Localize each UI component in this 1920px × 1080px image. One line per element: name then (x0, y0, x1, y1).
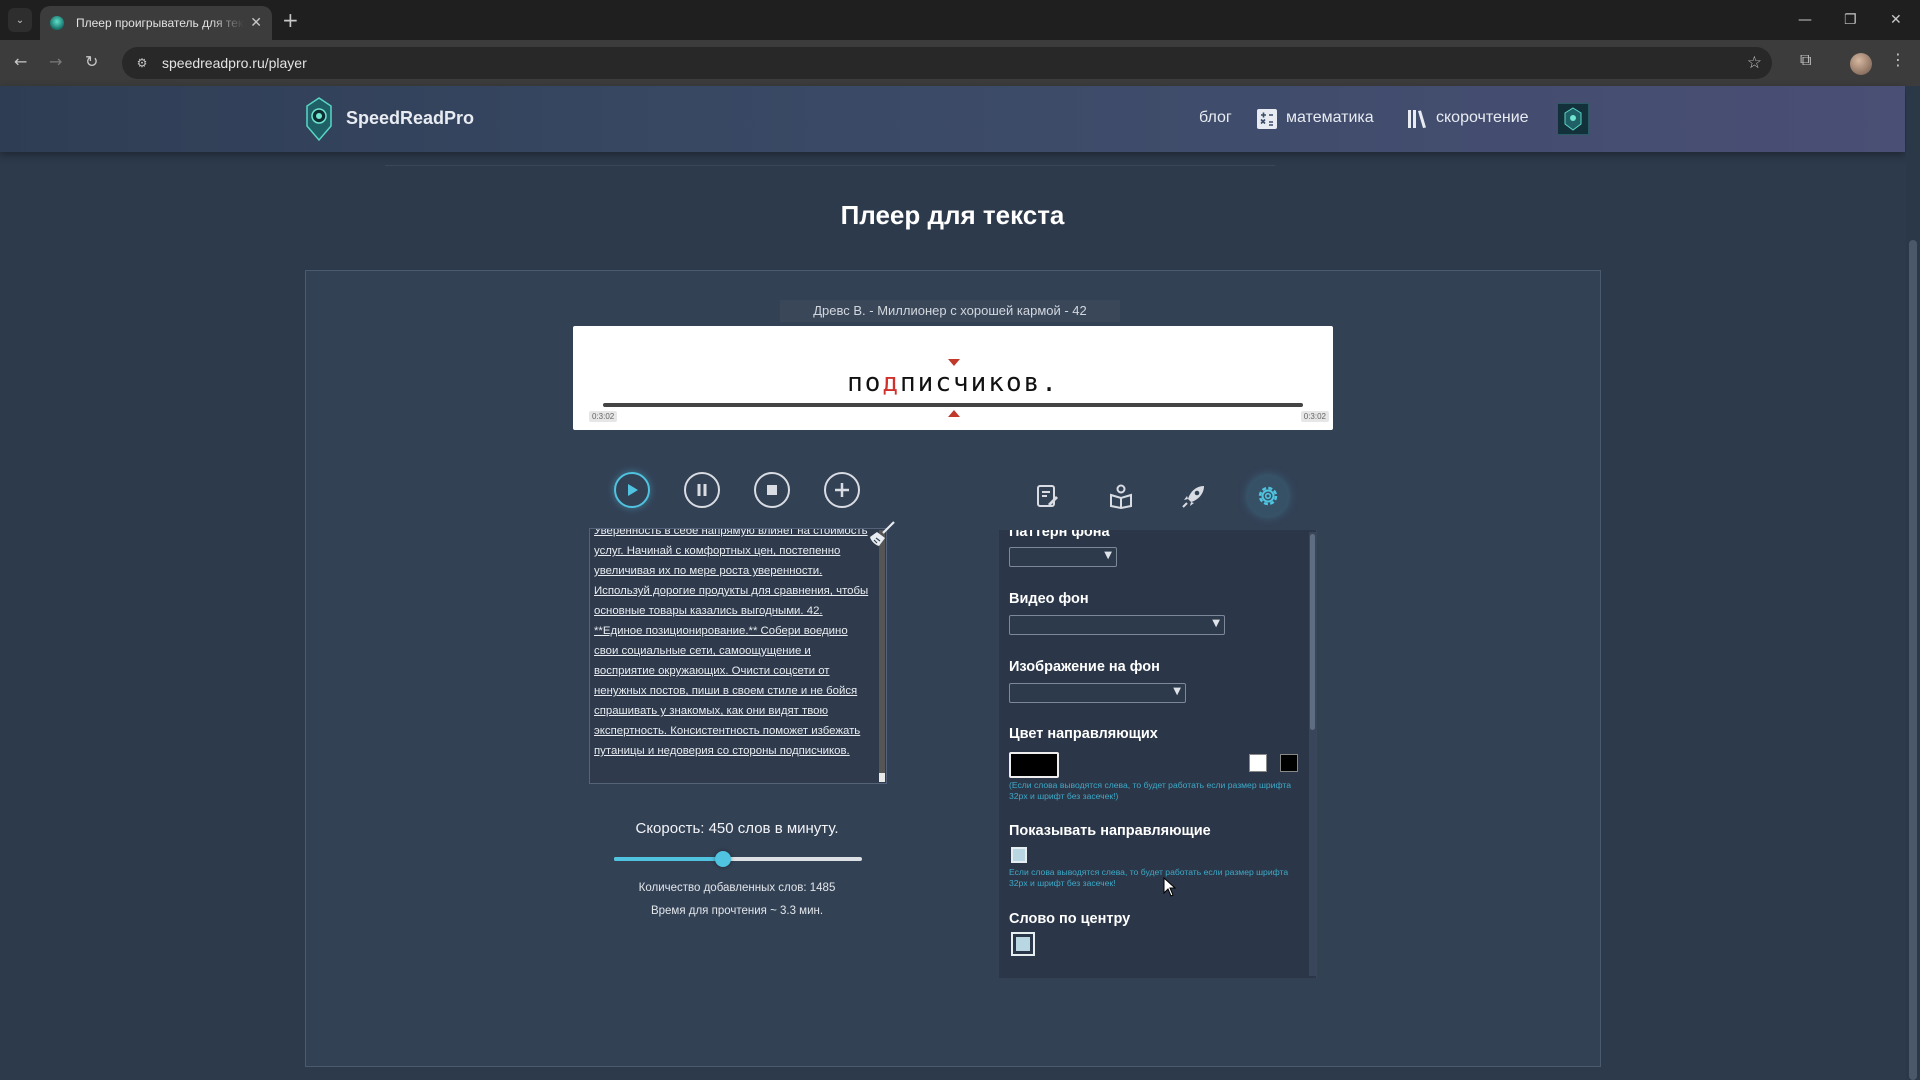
new-tab-button[interactable]: + (282, 8, 299, 32)
extensions-icon[interactable]: ⧉ (1800, 50, 1811, 70)
play-icon (628, 484, 638, 496)
bg-pattern-label: Паттерн фона (1009, 530, 1110, 540)
chevron-down-icon: ▼ (1212, 618, 1220, 629)
header-divider (385, 165, 1275, 166)
guide-color-hint: (Если слова выводятся слева, то будет ра… (1009, 780, 1291, 801)
nav-link-speedreading[interactable]: скорочтение (1436, 109, 1529, 127)
chevron-down-icon: ▼ (1104, 550, 1112, 561)
user-avatar[interactable] (1557, 103, 1589, 135)
speed-slider-thumb[interactable] (715, 851, 732, 867)
text-scrollbar-thumb[interactable] (879, 530, 885, 773)
word-display: подписчиков. 0:3:02 0:3:02 (573, 326, 1333, 430)
speed-label: Скорость: 450 слов в минуту. (635, 820, 839, 837)
speed-slider[interactable] (614, 851, 862, 867)
center-word-checkbox[interactable] (1011, 932, 1035, 956)
document-edit-icon (1037, 485, 1058, 507)
page-title: Плеер для текста (840, 200, 1065, 230)
forward-arrow-icon[interactable]: → (49, 52, 62, 72)
book-reader-icon (1110, 484, 1132, 509)
page-scrollbar[interactable] (1906, 86, 1920, 1080)
site-header: SpeedReadPro блог математика скорочтение (0, 86, 1905, 152)
calculator-icon (1257, 109, 1277, 129)
browser-tab-bar: ⌄ Плеер проигрыватель для текста ✕ + — ❐… (0, 0, 1920, 40)
gear-icon (1258, 486, 1278, 506)
stop-icon (767, 485, 777, 495)
show-guides-label: Показывать направляющие (1009, 823, 1211, 839)
bookmark-star-icon[interactable]: ☆ (1747, 53, 1762, 73)
reload-icon[interactable]: ↻ (85, 52, 98, 72)
word-suffix: писчиков. (900, 368, 1059, 398)
reading-mode-button[interactable] (1101, 476, 1141, 516)
site-favicon-icon (50, 16, 64, 30)
browser-toolbar: ← → ↻ ⚙ speedreadpro.ru/player ☆ ⧉ ⋮ (0, 40, 1920, 86)
reading-progress-bar[interactable] (603, 403, 1303, 407)
site-logo-text[interactable]: SpeedReadPro (346, 108, 474, 129)
time-elapsed: 0:3:02 (589, 411, 618, 422)
rocket-icon (1182, 486, 1204, 508)
black-color-swatch[interactable] (1280, 754, 1298, 772)
close-window-button[interactable]: ✕ (1890, 10, 1902, 30)
show-guides-hint: Если слова выводятся слева, то будет раб… (1009, 867, 1289, 888)
text-input-area[interactable]: Уверенность в себе напрямую влияет на ст… (589, 528, 887, 784)
text-settings-button[interactable] (1027, 476, 1067, 516)
input-text: Уверенность в себе напрямую влияет на ст… (594, 528, 869, 757)
speed-training-button[interactable] (1174, 476, 1214, 516)
nav-link-blog[interactable]: блог (1199, 109, 1232, 127)
settings-scrollbar[interactable] (1309, 532, 1316, 976)
mouse-cursor-icon (1163, 877, 1177, 897)
avatar-logo-icon (1564, 107, 1582, 131)
focus-marker-top-icon (948, 359, 960, 366)
guide-color-label: Цвет направляющих (1009, 726, 1158, 742)
text-scrollbar[interactable] (879, 530, 885, 782)
center-word-label: Слово по центру (1009, 911, 1131, 927)
settings-scrollbar-thumb[interactable] (1310, 534, 1315, 730)
site-info-icon[interactable]: ⚙ (134, 55, 150, 71)
back-arrow-icon[interactable]: ← (14, 52, 27, 72)
video-bg-select[interactable]: ▼ (1009, 615, 1225, 635)
minimize-button[interactable]: — (1798, 10, 1812, 30)
restore-button[interactable]: ❐ (1844, 10, 1857, 30)
speedreadpro-logo-icon[interactable] (303, 96, 335, 142)
chrome-menu-icon[interactable]: ⋮ (1890, 50, 1906, 69)
image-bg-select[interactable]: ▼ (1009, 683, 1186, 703)
video-bg-label: Видео фон (1009, 591, 1089, 607)
white-color-swatch[interactable] (1249, 754, 1267, 772)
tab-title: Плеер проигрыватель для текста (76, 16, 245, 30)
show-guides-checkbox[interactable] (1011, 847, 1027, 863)
pause-button[interactable] (684, 472, 720, 508)
stop-button[interactable] (754, 472, 790, 508)
words-count: Количество добавленных слов: 1485 (638, 882, 836, 894)
browser-profile-avatar[interactable] (1850, 53, 1872, 75)
current-word: подписчиков. (573, 368, 1333, 398)
page-scrollbar-thumb[interactable] (1909, 240, 1917, 1080)
read-time: Время для прочтения ~ 3.3 мин. (650, 905, 824, 917)
time-total: 0:3:02 (1300, 411, 1329, 422)
speed-slider-fill (614, 857, 724, 861)
focus-marker-bottom-icon (948, 410, 960, 417)
settings-panel: Паттерн фона ▼ Видео фон ▼ Изображение н… (999, 530, 1317, 978)
settings-button[interactable] (1248, 476, 1288, 516)
tab-search-button[interactable]: ⌄ (8, 8, 32, 32)
image-bg-label: Изображение на фон (1009, 659, 1160, 675)
tab-close-icon[interactable]: ✕ (250, 15, 262, 31)
guide-color-picker[interactable] (1009, 752, 1059, 778)
play-button[interactable] (614, 472, 650, 508)
books-icon (1408, 110, 1426, 128)
chevron-down-icon: ▼ (1173, 686, 1181, 697)
address-bar[interactable]: ⚙ speedreadpro.ru/player ☆ (122, 47, 1772, 79)
clear-text-broom-icon[interactable] (868, 520, 896, 548)
word-focus-letter: д (882, 368, 901, 398)
plus-icon (835, 483, 849, 497)
url-text: speedreadpro.ru/player (162, 55, 307, 71)
pause-icon (697, 484, 707, 496)
browser-tab[interactable]: Плеер проигрыватель для текста ✕ (40, 6, 272, 40)
bg-pattern-select[interactable]: ▼ (1009, 547, 1117, 567)
nav-link-math[interactable]: математика (1286, 109, 1374, 127)
word-prefix: по (847, 368, 883, 398)
book-title: Древс В. - Миллионер с хорошей кармой - … (780, 300, 1120, 322)
add-text-button[interactable] (824, 472, 860, 508)
